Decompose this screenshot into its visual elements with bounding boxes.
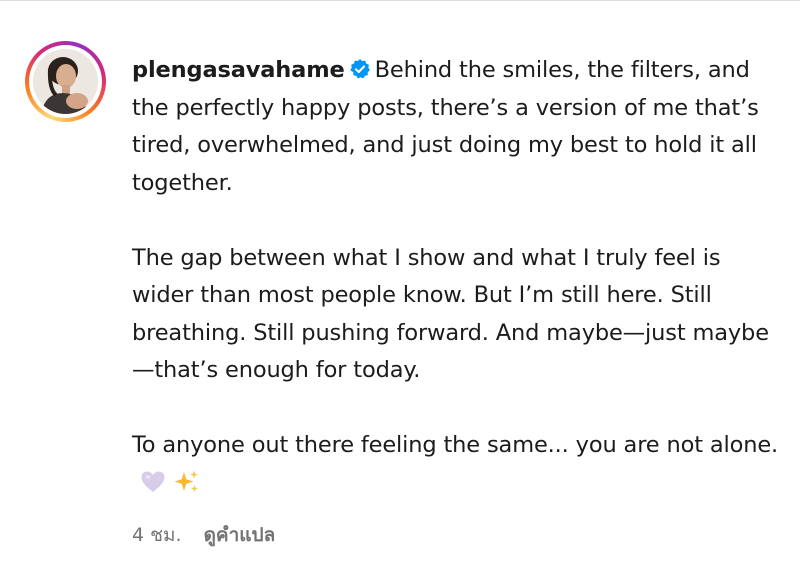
light-purple-heart-icon xyxy=(141,471,165,492)
see-translation-button[interactable]: ดูคำแปล xyxy=(204,520,276,550)
top-divider xyxy=(0,0,800,1)
post-meta: 4 ชม. ดูคำแปล xyxy=(132,520,275,550)
verified-badge-icon xyxy=(349,59,370,79)
avatar-story-ring[interactable] xyxy=(25,41,106,122)
caption-paragraph-3: To anyone out there feeling the same... … xyxy=(132,427,787,502)
caption-paragraph-1: plengasavahame Behind the smiles, the fil… xyxy=(132,52,787,202)
caption-paragraph-2: The gap between what I show and what I t… xyxy=(132,244,769,384)
sparkles-icon xyxy=(174,470,198,492)
avatar-ring-gap xyxy=(29,45,102,118)
username-link[interactable]: plengasavahame xyxy=(132,57,345,83)
post-caption: plengasavahame Behind the smiles, the fil… xyxy=(132,52,787,502)
caption-text-3: To anyone out there feeling the same... … xyxy=(132,432,779,458)
post-timestamp[interactable]: 4 ชม. xyxy=(132,520,182,550)
avatar-photo-icon xyxy=(33,49,98,114)
avatar[interactable] xyxy=(33,49,98,114)
